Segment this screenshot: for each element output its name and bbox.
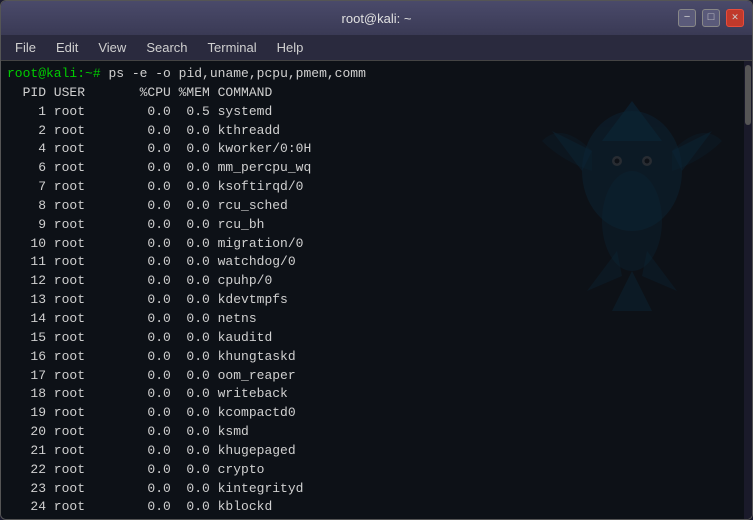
terminal-window: root@kali: ~ − □ ✕ File Edit View Search… [0, 0, 753, 520]
table-row: 16 root 0.0 0.0 khungtaskd [7, 348, 746, 367]
table-row: 21 root 0.0 0.0 khugepaged [7, 442, 746, 461]
table-header: PID USER %CPU %MEM COMMAND [7, 84, 746, 103]
prompt-suffix: :~# [77, 66, 108, 81]
window-title: root@kali: ~ [342, 11, 412, 26]
close-button[interactable]: ✕ [726, 9, 744, 27]
table-row: 10 root 0.0 0.0 migration/0 [7, 235, 746, 254]
table-row: 17 root 0.0 0.0 oom_reaper [7, 367, 746, 386]
prompt-text: root@kali [7, 66, 77, 81]
table-row: 18 root 0.0 0.0 writeback [7, 385, 746, 404]
menu-terminal[interactable]: Terminal [198, 38, 267, 57]
table-row: 6 root 0.0 0.0 mm_percpu_wq [7, 159, 746, 178]
menu-edit[interactable]: Edit [46, 38, 88, 57]
table-row: 9 root 0.0 0.0 rcu_bh [7, 216, 746, 235]
command-text: ps -e -o pid,uname,pcpu,pmem,comm [108, 66, 365, 81]
window-controls: − □ ✕ [678, 9, 744, 27]
title-bar: root@kali: ~ − □ ✕ [1, 1, 752, 35]
table-row: 24 root 0.0 0.0 kblockd [7, 498, 746, 517]
process-list: 1 root 0.0 0.5 systemd 2 root 0.0 0.0 kt… [7, 103, 746, 518]
table-row: 20 root 0.0 0.0 ksmd [7, 423, 746, 442]
menu-bar: File Edit View Search Terminal Help [1, 35, 752, 61]
terminal-body[interactable]: root@kali:~# ps -e -o pid,uname,pcpu,pme… [1, 61, 752, 519]
table-row: 13 root 0.0 0.0 kdevtmpfs [7, 291, 746, 310]
prompt-line: root@kali:~# ps -e -o pid,uname,pcpu,pme… [7, 65, 746, 84]
minimize-button[interactable]: − [678, 9, 696, 27]
menu-search[interactable]: Search [136, 38, 197, 57]
table-row: 11 root 0.0 0.0 watchdog/0 [7, 253, 746, 272]
terminal-content: root@kali:~# ps -e -o pid,uname,pcpu,pme… [1, 61, 752, 519]
table-row: 15 root 0.0 0.0 kauditd [7, 329, 746, 348]
table-row: 14 root 0.0 0.0 netns [7, 310, 746, 329]
menu-file[interactable]: File [5, 38, 46, 57]
menu-view[interactable]: View [88, 38, 136, 57]
table-row: 7 root 0.0 0.0 ksoftirqd/0 [7, 178, 746, 197]
table-row: 23 root 0.0 0.0 kintegrityd [7, 480, 746, 499]
table-row: 8 root 0.0 0.0 rcu_sched [7, 197, 746, 216]
menu-help[interactable]: Help [267, 38, 314, 57]
table-row: 19 root 0.0 0.0 kcompactd0 [7, 404, 746, 423]
table-row: 12 root 0.0 0.0 cpuhp/0 [7, 272, 746, 291]
maximize-button[interactable]: □ [702, 9, 720, 27]
table-row: 4 root 0.0 0.0 kworker/0:0H [7, 140, 746, 159]
table-row: 1 root 0.0 0.5 systemd [7, 103, 746, 122]
table-row: 22 root 0.0 0.0 crypto [7, 461, 746, 480]
table-row: 2 root 0.0 0.0 kthreadd [7, 122, 746, 141]
